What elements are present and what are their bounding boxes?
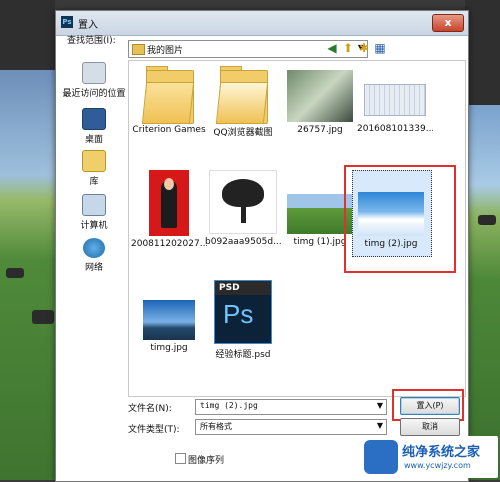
filename-label: 文件名(N): [128,404,172,414]
watermark: 纯净系统之家 www.ycwjzy.com [360,436,498,478]
new-folder-icon[interactable]: ✱ [357,41,371,55]
chevron-down-icon[interactable]: ▼ [377,421,383,430]
image-sequence-label: 图像序列 [188,456,225,466]
filename-input[interactable]: timg (2).jpg ▼ [195,399,387,415]
file-item[interactable]: Criterion Games [131,64,207,135]
place-label: 库 [89,177,99,187]
folder-icon [132,44,145,55]
file-name: 201608101339... [357,124,433,134]
background-image-right [465,0,500,480]
cow-silhouette [478,215,496,225]
back-icon[interactable]: ◀ [325,41,339,55]
place-label: 计算机 [80,221,108,231]
image-thumbnail [149,170,189,236]
chevron-down-icon[interactable]: ▼ [377,401,383,410]
folder-icon [215,64,269,124]
file-name: 26757.jpg [297,125,343,135]
file-name: 经验标题.psd [215,350,271,360]
place-button-annotation [392,389,464,421]
desktop-icon [82,108,106,130]
file-name: Criterion Games [132,125,206,135]
ps-glyph: Ps [223,299,254,329]
places-bar: 最近访问的位置 桌面 库 计算机 网络 [62,62,126,402]
view-menu-icon[interactable]: ▦ [373,41,387,55]
dialog-title: 置入 [78,20,98,31]
photoshop-icon: Ps [61,16,73,28]
file-item[interactable]: timg.jpg [131,280,207,353]
place-libraries[interactable]: 库 [62,150,126,187]
title-bar[interactable]: Ps 置入 x [56,11,468,36]
psd-label: PSD [215,281,271,295]
file-item[interactable]: b092aaa9505d... [205,170,281,247]
file-name: timg.jpg [150,343,188,353]
place-label: 最近访问的位置 [62,89,126,99]
filename-value: timg (2).jpg [200,401,258,410]
network-icon [83,238,105,258]
filetype-value: 所有格式 [200,422,232,431]
up-folder-icon[interactable]: ⬆ [341,41,355,55]
watermark-url: www.ycwjzy.com [404,461,471,470]
filetype-select[interactable]: 所有格式 ▼ [195,419,387,435]
filetype-label: 文件类型(T): [128,425,180,435]
cancel-button[interactable]: 取消 [400,418,460,436]
background-image-left [0,0,55,480]
selected-file-annotation [344,165,456,273]
image-thumbnail [287,70,353,122]
computer-icon [82,194,106,216]
file-item[interactable]: 26757.jpg [282,64,358,135]
cow-silhouette [6,268,24,278]
file-name: 200811202027... [131,239,207,249]
cow-silhouette [32,310,54,324]
place-desktop[interactable]: 桌面 [62,108,126,145]
file-item[interactable]: QQ浏览器截图 [205,64,281,138]
psd-file-icon: PSD Ps [214,280,272,344]
image-thumbnail [364,84,426,116]
place-recent[interactable]: 最近访问的位置 [62,62,126,99]
watermark-title: 纯净系统之家 [402,445,481,460]
image-thumbnail [143,300,195,340]
library-icon [82,150,106,172]
image-thumbnail [209,170,277,234]
file-item[interactable]: 201608101339... [357,64,433,134]
file-item[interactable]: PSD Ps 经验标题.psd [205,280,281,360]
file-item[interactable]: 200811202027... [131,170,207,249]
watermark-logo-icon [364,440,398,474]
look-in-value: 我的图片 [147,46,184,56]
file-name: QQ浏览器截图 [213,128,273,138]
recent-places-icon [82,62,106,84]
place-computer[interactable]: 计算机 [62,194,126,231]
place-label: 网络 [84,263,103,273]
look-in-label: 查找范围(I): [67,36,116,46]
file-name: b092aaa9505d... [205,237,281,247]
close-button[interactable]: x [432,14,464,32]
place-network[interactable]: 网络 [62,238,126,273]
folder-icon [141,64,195,124]
image-sequence-checkbox[interactable] [175,453,186,464]
place-label: 桌面 [84,135,103,145]
